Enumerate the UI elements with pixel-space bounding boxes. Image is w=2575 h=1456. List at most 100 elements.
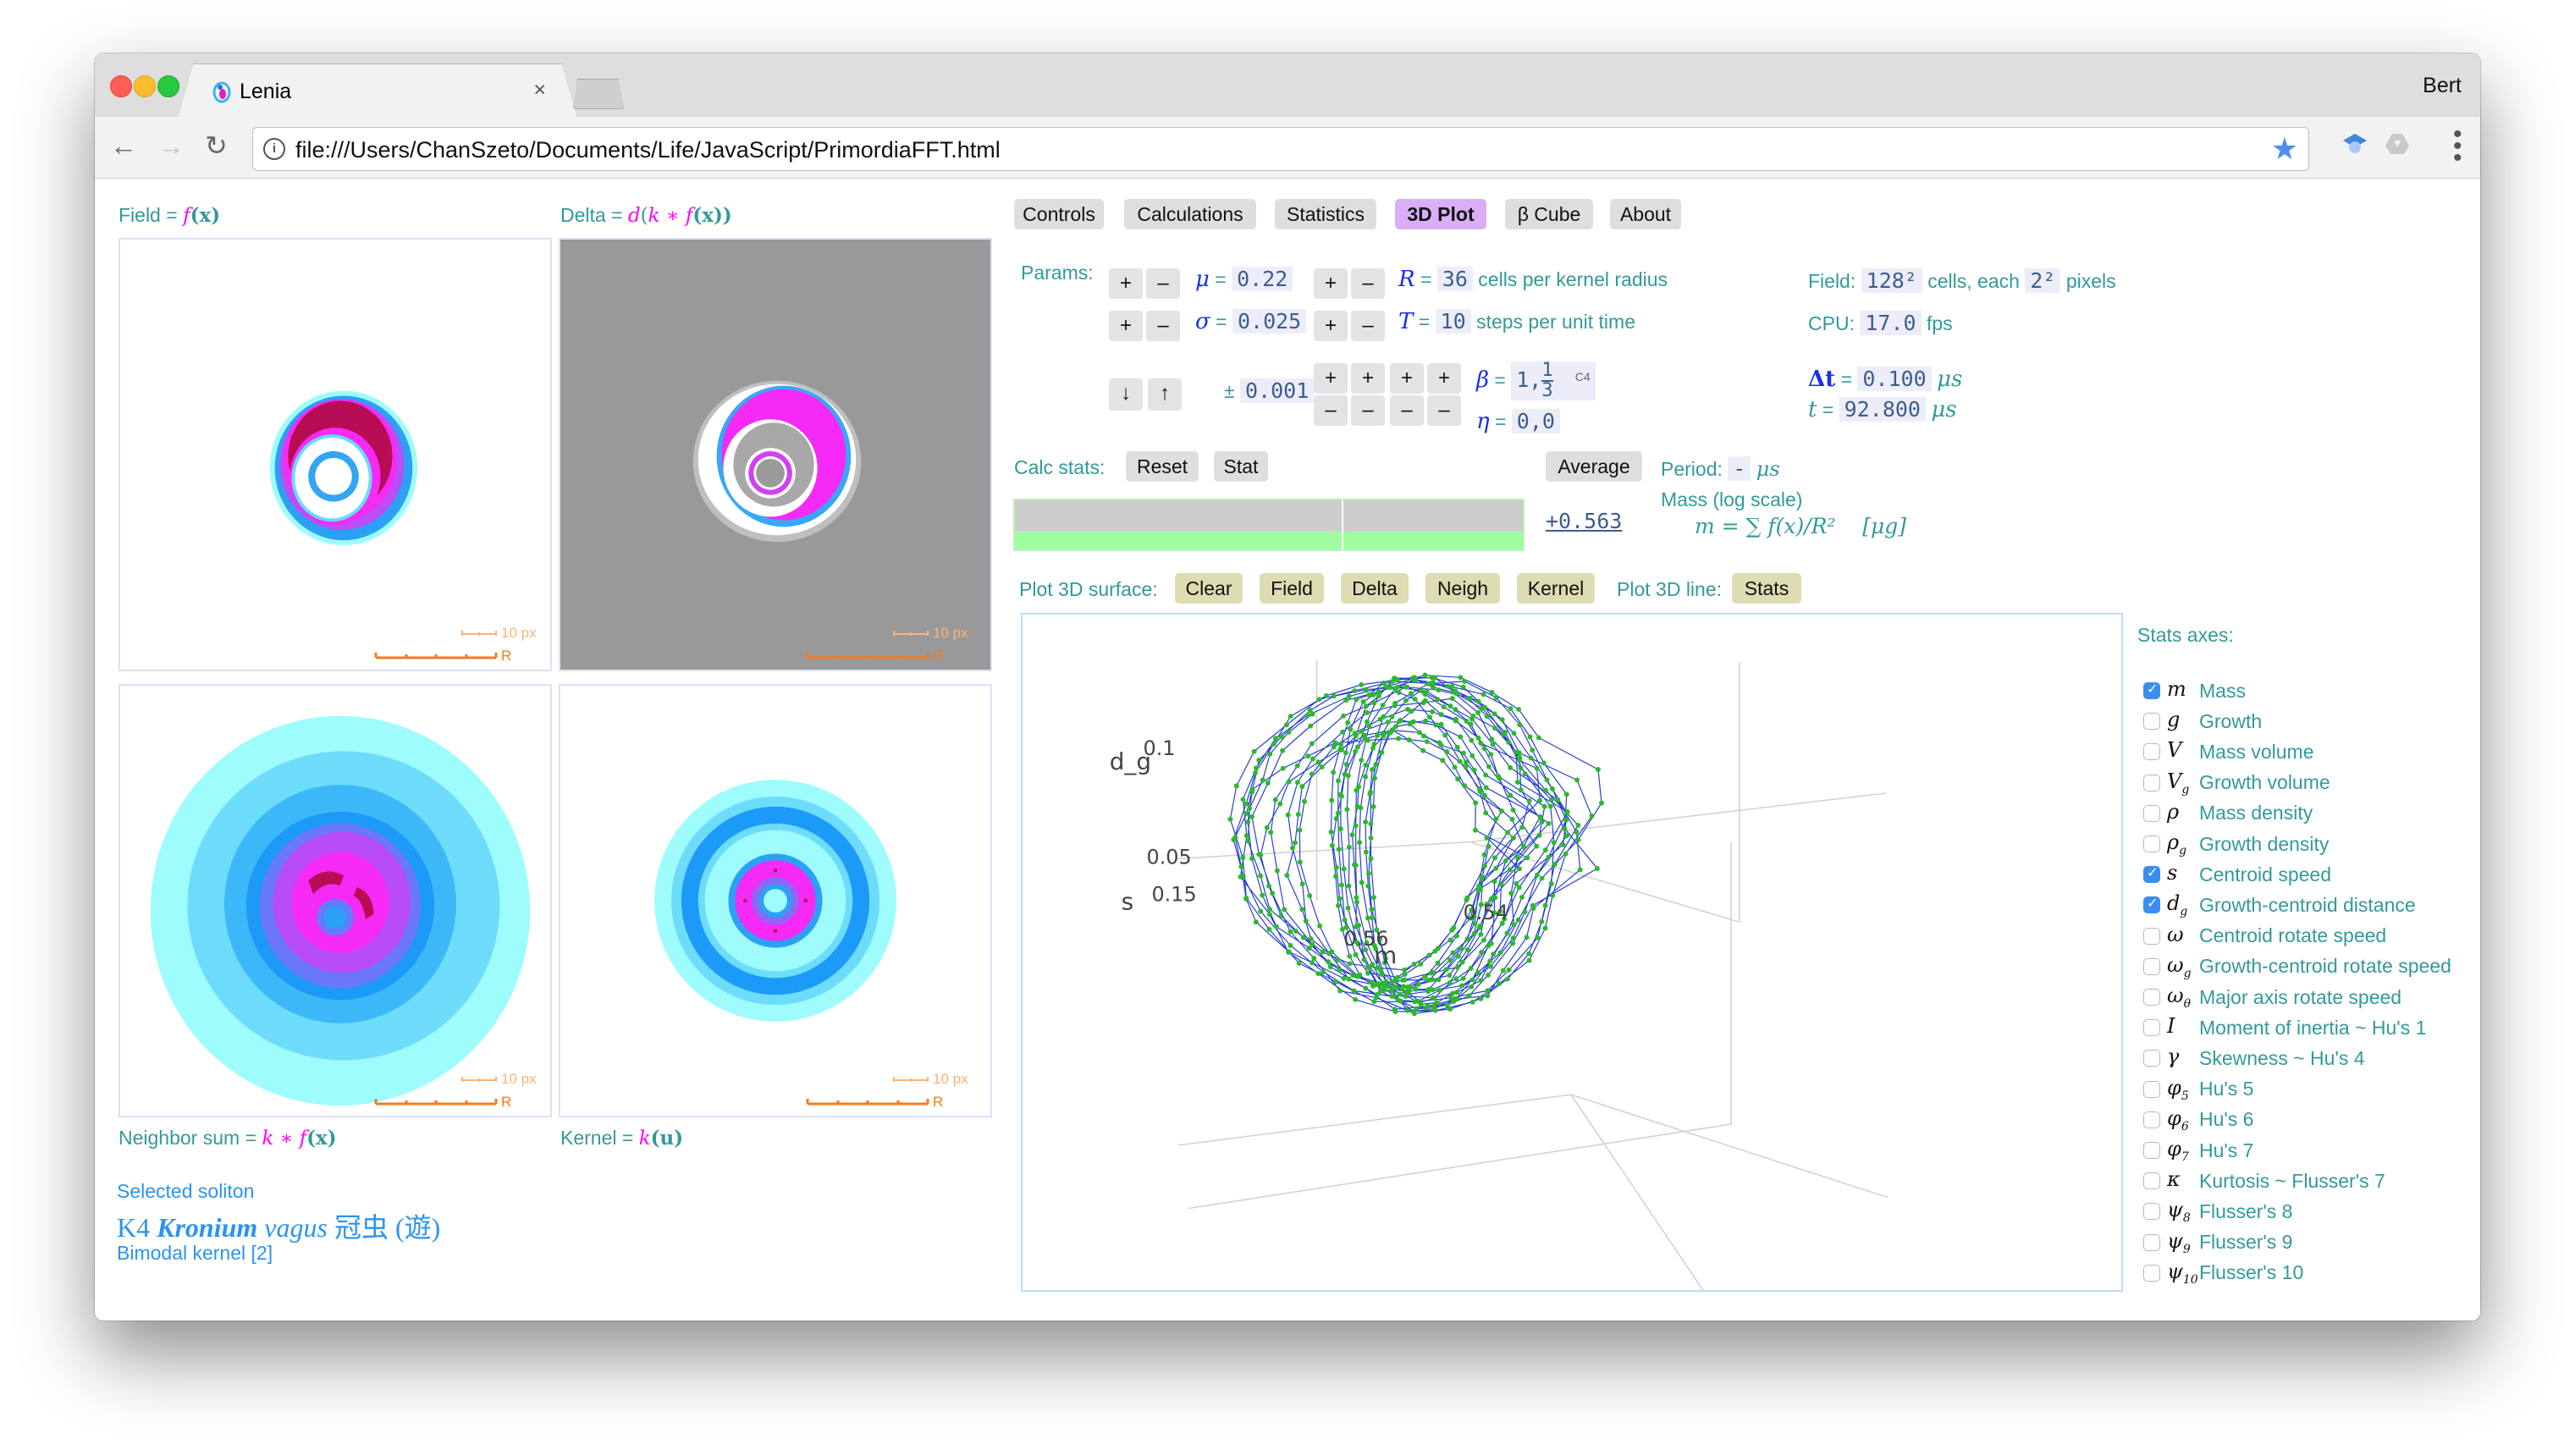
tab-statistics[interactable]: Statistics [1275,199,1376,229]
stats-axis-checkbox[interactable] [2143,1080,2160,1098]
minimize-window-button[interactable] [134,75,156,97]
stats-axis-item[interactable]: V Mass volume [2143,737,2313,766]
stats-axis-item[interactable]: m Mass [2143,676,2246,705]
reload-icon[interactable]: ↻ [205,130,228,161]
tab-3d-plot[interactable]: 3D Plot [1395,199,1486,229]
stats-axis-item[interactable]: γ Skewness ~ Hu's 4 [2143,1044,2365,1073]
T-plus-button[interactable]: + [1314,311,1348,341]
address-bar[interactable]: i file:///Users/ChanSzeto/Documents/Life… [252,127,2309,171]
stats-axis-item[interactable]: ψ8 Flusser's 8 [2143,1197,2292,1226]
average-button[interactable]: Average [1546,451,1642,482]
beta4-minus-button[interactable]: – [1427,395,1461,426]
profile-name[interactable]: Bert [2423,74,2462,98]
beta2-minus-button[interactable]: – [1351,395,1385,426]
beta2-plus-button[interactable]: + [1351,363,1385,394]
stats-axis-checkbox[interactable] [2143,1111,2160,1128]
bookmark-star-icon[interactable]: ★ [2271,131,2298,167]
info-icon[interactable]: i [263,138,285,160]
beta1-minus-button[interactable]: – [1314,395,1348,426]
stat-button[interactable]: Stat [1214,451,1268,482]
stats-axis-checkbox[interactable] [2143,1050,2160,1067]
tab-controls[interactable]: Controls [1014,199,1104,229]
stats-axis-item[interactable]: s Centroid speed [2143,860,2331,889]
step-up-button[interactable]: ↑ [1148,378,1182,411]
stats-axis-checkbox[interactable] [2143,1233,2160,1251]
stats-axis-symbol: ωg [2167,952,2192,980]
stats-axis-item[interactable]: ψ9 Flusser's 9 [2143,1228,2292,1257]
stats-axis-checkbox[interactable] [2143,927,2160,945]
trajectory-point [1337,896,1343,902]
stats-axis-checkbox[interactable] [2143,774,2160,791]
beta3-minus-button[interactable]: – [1390,395,1424,426]
plot-kernel-button[interactable]: Kernel [1517,573,1595,604]
forward-arrow-icon[interactable]: → [157,130,185,161]
stats-axis-item[interactable]: ρg Growth density [2143,830,2329,858]
stats-axis-item[interactable]: φ7 Hu's 7 [2143,1136,2253,1165]
stats-axis-checkbox[interactable] [2143,1264,2160,1282]
current-stat-value[interactable]: +0.563 [1546,509,1622,533]
stats-axis-checkbox[interactable] [2143,895,2160,914]
stats-axis-item[interactable]: ωg Growth-centroid rotate speed [2143,952,2451,981]
R-minus-button[interactable]: – [1351,268,1385,299]
stats-axis-item[interactable]: g Growth [2143,707,2262,736]
delta-canvas[interactable]: 10 px R [559,238,992,671]
trajectory-point [1252,770,1258,776]
stats-axis-item[interactable]: φ5 Hu's 5 [2143,1075,2253,1104]
stats-axis-item[interactable]: ωθ Major axis rotate speed [2143,983,2401,1012]
tab-beta-cube[interactable]: β Cube [1505,199,1593,229]
beta4-plus-button[interactable]: + [1427,363,1461,394]
stats-axis-item[interactable]: dg Growth-centroid distance [2143,891,2416,919]
browser-tab-lenia[interactable]: Lenia × [178,63,577,119]
browser-menu-icon[interactable]: • • • [2453,122,2462,171]
stats-axis-checkbox[interactable] [2143,957,2160,975]
plot-field-button[interactable]: Field [1260,573,1324,604]
tab-about[interactable]: About [1610,199,1681,229]
kernel-canvas[interactable]: 10 px R [559,684,992,1117]
stats-axis-item[interactable]: ρ Mass density [2143,799,2313,828]
stats-axis-checkbox[interactable] [2143,1142,2160,1159]
mu-minus-button[interactable]: – [1146,268,1180,299]
reset-stats-button[interactable]: Reset [1126,451,1199,482]
stats-axis-checkbox[interactable] [2143,804,2160,822]
stats-axis-checkbox[interactable] [2143,713,2160,731]
tab-close-icon[interactable]: × [533,78,546,102]
sigma-minus-button[interactable]: – [1146,311,1180,341]
stats-axis-item[interactable]: Vg Growth volume [2143,769,2330,797]
stats-axis-checkbox[interactable] [2143,743,2160,761]
plot-delta-button[interactable]: Delta [1341,573,1409,604]
plot-neigh-button[interactable]: Neigh [1425,573,1500,604]
google-drive-extension-icon[interactable] [2384,130,2411,157]
sigma-plus-button[interactable]: + [1109,311,1143,341]
mu-plus-button[interactable]: + [1109,268,1143,299]
stats-axis-item[interactable]: φ6 Hu's 6 [2143,1106,2253,1134]
beta3-plus-button[interactable]: + [1390,363,1424,394]
url-text[interactable]: file:///Users/ChanSzeto/Documents/Life/J… [295,137,1001,163]
field-canvas[interactable]: 10 px R [119,238,552,671]
back-arrow-icon[interactable]: ← [110,130,137,161]
stats-axis-checkbox[interactable] [2143,989,2160,1006]
plot-clear-button[interactable]: Clear [1175,573,1243,604]
close-window-button[interactable] [110,75,132,97]
R-plus-button[interactable]: + [1314,268,1348,299]
maximize-window-button[interactable] [157,75,179,97]
neighbor-sum-canvas[interactable]: 10 px R [119,684,552,1117]
beta1-plus-button[interactable]: + [1314,363,1348,394]
stats-axis-item[interactable]: I Moment of inertia ~ Hu's 1 [2143,1013,2426,1042]
stats-axis-item[interactable]: ψ10 Flusser's 10 [2143,1259,2303,1288]
graduation-cap-extension-icon[interactable] [2341,130,2368,157]
stats-axis-checkbox[interactable] [2143,1203,2160,1221]
mass-stats-bar[interactable] [1013,499,1525,551]
T-minus-button[interactable]: – [1351,311,1385,341]
stats-axis-checkbox[interactable] [2143,836,2160,852]
stats-axis-item[interactable]: κ Kurtosis ~ Flusser's 7 [2143,1166,2385,1195]
plot-stats-button[interactable]: Stats [1732,573,1801,604]
stats-axis-checkbox[interactable] [2143,1172,2160,1190]
tab-calculations[interactable]: Calculations [1124,199,1256,229]
stats-axis-checkbox[interactable] [2143,864,2160,884]
new-tab-button[interactable] [573,79,624,109]
stats-axis-item[interactable]: ω Centroid rotate speed [2143,922,2386,951]
3d-plot-area[interactable]: 0.1 d_g 0.05 0.15 s 0.54 0.56 m [1021,613,2123,1292]
step-down-button[interactable]: ↓ [1109,378,1143,411]
stats-axis-checkbox[interactable] [2143,681,2160,699]
stats-axis-checkbox[interactable] [2143,1019,2160,1037]
